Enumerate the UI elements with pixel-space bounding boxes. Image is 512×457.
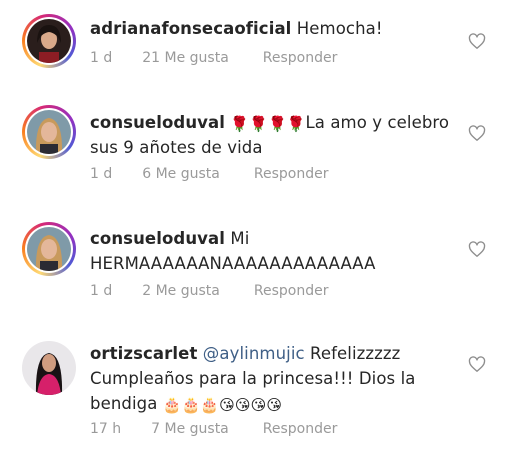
avatar-photo [27, 110, 71, 154]
avatar [27, 110, 71, 154]
comment-likes[interactable]: 7 Me gusta [151, 421, 229, 437]
reply-button[interactable]: Responder [263, 50, 338, 66]
comment-time[interactable]: 1 d [90, 50, 112, 66]
reply-button[interactable]: Responder [254, 166, 329, 182]
heart-outline-icon[interactable] [468, 241, 486, 258]
avatar-photo-frame [22, 341, 76, 395]
comment-likes[interactable]: 21 Me gusta [142, 50, 229, 66]
comment-likes[interactable]: 6 Me gusta [142, 166, 220, 182]
rose-emoji-icon: 🌹🌹🌹🌹 [230, 115, 306, 133]
comment-username[interactable]: adrianafonsecaoficial [90, 19, 291, 38]
comment-time[interactable]: 17 h [90, 421, 121, 437]
avatar-photo [27, 227, 71, 271]
reply-button[interactable]: Responder [254, 283, 329, 299]
mention-link[interactable]: @aylinmujic [203, 344, 305, 363]
comment-username[interactable]: consueloduval [90, 229, 225, 248]
comment-likes[interactable]: 2 Me gusta [142, 283, 220, 299]
comment-text: Hemocha! [296, 19, 383, 38]
comment-time[interactable]: 1 d [90, 166, 112, 182]
cake-and-kiss-emoji-icon: 🎂🎂🎂😘😘😘😘 [162, 396, 283, 414]
avatar-story-ring[interactable] [22, 222, 76, 276]
avatar-photo [27, 19, 71, 63]
comment-username[interactable]: consueloduval [90, 113, 225, 132]
avatar [27, 227, 71, 271]
heart-outline-icon[interactable] [468, 356, 486, 373]
heart-outline-icon[interactable] [468, 33, 486, 50]
comment-username[interactable]: ortizscarlet [90, 344, 197, 363]
avatar-story-ring[interactable] [22, 105, 76, 159]
avatar [27, 19, 71, 63]
heart-outline-icon[interactable] [468, 125, 486, 142]
comment-time[interactable]: 1 d [90, 283, 112, 299]
avatar[interactable] [22, 341, 76, 395]
avatar-photo [22, 341, 76, 395]
reply-button[interactable]: Responder [263, 421, 338, 437]
avatar-story-ring[interactable] [22, 14, 76, 68]
